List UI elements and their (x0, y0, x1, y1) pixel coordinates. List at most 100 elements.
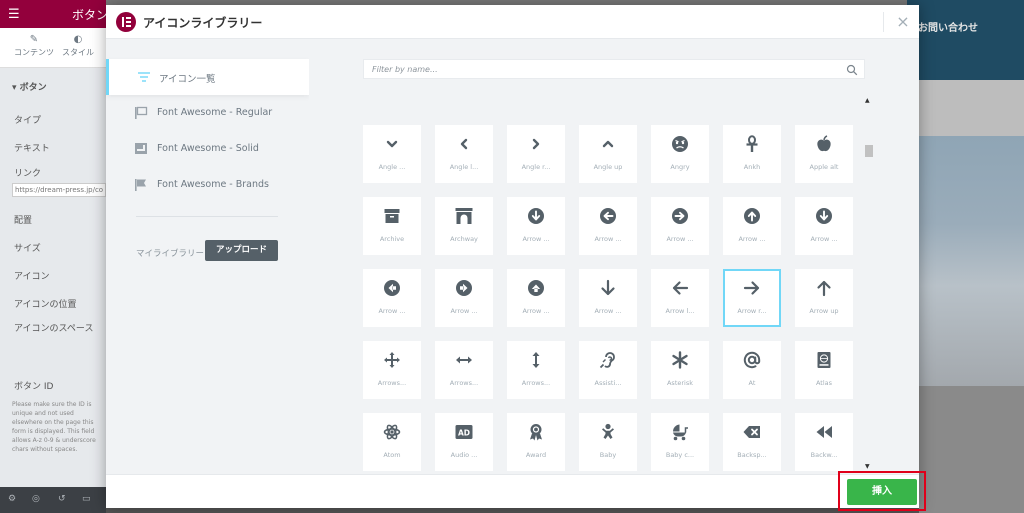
insert-button[interactable]: 挿入 (847, 479, 917, 505)
arrows-alt-h-icon (456, 356, 472, 364)
icon-tile[interactable]: Arrow ... (507, 269, 565, 327)
arrow-circle-down-2-icon (816, 208, 832, 224)
layers-icon[interactable]: ◎ (32, 494, 40, 504)
scroll-down-arrow-icon[interactable]: ▼ (865, 463, 870, 470)
icon-tile[interactable]: Arrow ... (363, 269, 421, 327)
icon-tile[interactable]: Award (507, 413, 565, 471)
icon-tile[interactable]: Archive (363, 197, 421, 255)
audio-description-icon: AD (455, 425, 473, 439)
history-icon[interactable]: ↺ (58, 494, 66, 504)
search-input[interactable] (372, 63, 832, 76)
section-title[interactable]: ▾ ボタン (12, 80, 47, 93)
editor-title: ボタン (72, 8, 109, 22)
my-library-label: マイライブラリー (136, 249, 205, 259)
award-icon (530, 424, 542, 441)
icon-tile-label: Arrow up (809, 307, 839, 315)
icon-tile[interactable]: Apple alt (795, 125, 853, 183)
icon-tile[interactable]: Arrow ... (579, 197, 637, 255)
icon-tile-label: Arrow ... (810, 235, 838, 243)
icon-tile-label: Arrows... (521, 379, 551, 387)
preview-icon[interactable]: ▭ (82, 494, 91, 504)
tab-style[interactable]: ◐ スタイル (62, 34, 94, 58)
sidebar-item-label: Font Awesome - Brands (157, 179, 270, 190)
sidebar-item-fa-brands[interactable]: Font Awesome - Brands (106, 167, 309, 203)
search-icon[interactable] (846, 64, 858, 76)
arrow-circle-up-icon (744, 208, 760, 224)
icon-tile[interactable]: Arrow r... (723, 269, 781, 327)
scroll-up-arrow-icon[interactable]: ▲ (865, 97, 870, 104)
icon-tile[interactable]: Arrow up (795, 269, 853, 327)
angle-left-icon (460, 138, 468, 150)
icon-tile[interactable]: Baby c... (651, 413, 709, 471)
icon-tile[interactable]: AD Audio ... (435, 413, 493, 471)
icon-tile-label: Arrows... (449, 379, 479, 387)
icon-tile-label: Arrow ... (522, 307, 550, 315)
field-label-type: タイプ (14, 116, 42, 126)
icon-tile-label: Asterisk (666, 379, 693, 387)
sidebar-item-fa-solid[interactable]: Font Awesome - Solid (106, 131, 309, 167)
help-text: Please make sure the ID is unique and no… (12, 401, 96, 453)
field-label-size: サイズ (14, 244, 41, 254)
icon-tile[interactable]: Arrow ... (795, 197, 853, 255)
sidebar-item-all-icons[interactable]: アイコン一覧 (106, 59, 309, 95)
icon-tile[interactable]: Arrows... (363, 341, 421, 399)
icon-tile[interactable]: Backw... (795, 413, 853, 471)
icon-tile[interactable]: Angle l... (435, 125, 493, 183)
atlas-icon (817, 352, 831, 368)
icon-tile[interactable]: Arrows... (507, 341, 565, 399)
hamburger-icon[interactable]: ☰ (8, 7, 20, 22)
flag-brands-icon (135, 179, 146, 191)
icon-tile-label: Backw... (810, 451, 838, 459)
icon-tile[interactable]: Ankh (723, 125, 781, 183)
icon-tile[interactable]: At (723, 341, 781, 399)
modal-footer: 挿入 (106, 471, 926, 511)
icon-tile-label: Arrow ... (378, 307, 406, 315)
arrows-alt-v-icon (532, 352, 540, 368)
scrollbar-thumb[interactable] (865, 145, 873, 157)
insert-highlight-box: 挿入 (838, 471, 926, 511)
preview-bottom (106, 508, 919, 513)
icon-tile[interactable]: Angle r... (507, 125, 565, 183)
icon-tile-label: Audio ... (450, 451, 478, 459)
icon-tile[interactable]: Angle up (579, 125, 637, 183)
sidebar-item-label: アイコン一覧 (159, 74, 216, 85)
icon-tile[interactable]: Arrow ... (723, 197, 781, 255)
angle-up-icon (602, 140, 614, 148)
editor-topbar: ☰ ボタン (0, 0, 109, 28)
close-icon[interactable]: × (892, 11, 914, 33)
icon-tile[interactable]: Arrow l... (651, 269, 709, 327)
backspace-icon (743, 426, 760, 438)
icon-tile[interactable]: Angle ... (363, 125, 421, 183)
link-input[interactable]: https://dream-press.jp/co (12, 183, 106, 197)
at-icon (743, 351, 761, 369)
icon-tile-label: Arrow ... (666, 235, 694, 243)
icon-tile[interactable]: Asterisk (651, 341, 709, 399)
modal-title: アイコンライブラリー (143, 16, 263, 30)
editor-footer: ⚙ ◎ ↺ ▭ (0, 487, 106, 513)
icon-tile[interactable]: Atlas (795, 341, 853, 399)
icon-tile[interactable]: Arrow ... (435, 269, 493, 327)
tab-content-label: コンテンツ (14, 48, 54, 57)
icon-tile[interactable]: Archway (435, 197, 493, 255)
icon-tile[interactable]: Arrows... (435, 341, 493, 399)
icon-tile[interactable]: Arrow ... (579, 269, 637, 327)
icon-tile[interactable]: Atom (363, 413, 421, 471)
icon-tile[interactable]: Angry (651, 125, 709, 183)
icon-tile-label: Angle up (593, 163, 623, 171)
ankh-icon (746, 135, 758, 152)
preview-strip (919, 80, 1024, 136)
sidebar-item-fa-regular[interactable]: Font Awesome - Regular (106, 95, 309, 131)
icon-tile-label: Atlas (815, 379, 833, 387)
icon-tile[interactable]: Backsp... (723, 413, 781, 471)
settings-icon[interactable]: ⚙ (8, 494, 16, 504)
search-box (363, 59, 865, 79)
upload-button[interactable]: アップロード (205, 240, 278, 261)
arrow-left-icon (672, 281, 689, 295)
icon-tile[interactable]: Baby (579, 413, 637, 471)
icon-tile[interactable]: Arrow ... (651, 197, 709, 255)
icon-tile[interactable]: Arrow ... (507, 197, 565, 255)
icon-tile-label: Arrow l... (665, 307, 695, 315)
icon-tile[interactable]: Assisti... (579, 341, 637, 399)
tab-content[interactable]: ✎ コンテンツ (14, 34, 54, 58)
assistive-listening-icon (599, 352, 615, 369)
